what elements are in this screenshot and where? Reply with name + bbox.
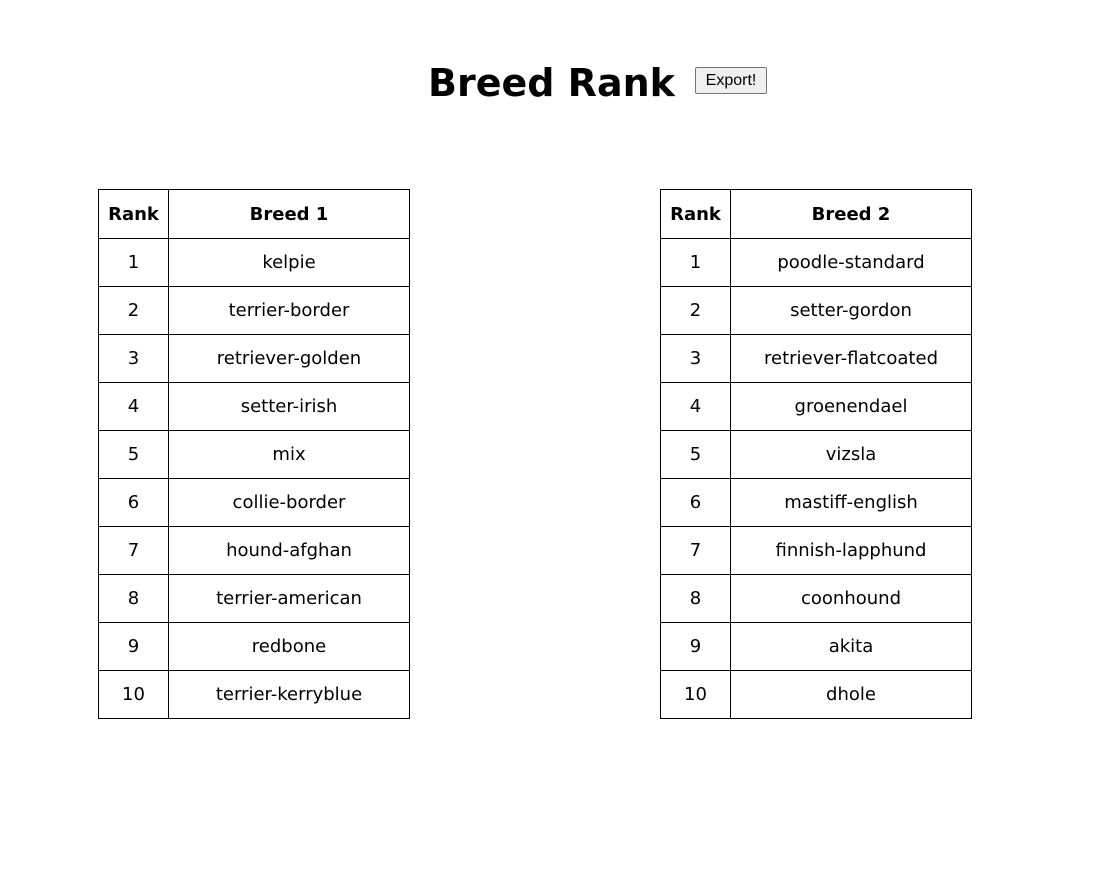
rank-cell: 10	[98, 670, 169, 719]
rank-cell: 9	[660, 622, 731, 671]
table-row: 3 retriever-golden	[98, 334, 410, 383]
table-header-row: Rank Breed 1	[98, 189, 410, 239]
table-header-row: Rank Breed 2	[660, 189, 972, 239]
rank-cell: 8	[660, 574, 731, 623]
breed-cell: retriever-golden	[168, 334, 410, 383]
rank-cell: 5	[660, 430, 731, 479]
rank-cell: 2	[98, 286, 169, 335]
breed-1-table: Rank Breed 1 1 kelpie 2 terrier-border 3 retr…	[98, 189, 410, 719]
rank-cell: 7	[660, 526, 731, 575]
page: Breed Rank Export! Rank Breed 1 1 kelpie 2…	[0, 0, 1101, 877]
rank-cell: 10	[660, 670, 731, 719]
breed-cell: dhole	[730, 670, 972, 719]
table-row: 4 groenendael	[660, 382, 972, 431]
breed-cell: terrier-kerryblue	[168, 670, 410, 719]
breed-cell: terrier-border	[168, 286, 410, 335]
table-row: 5 vizsla	[660, 430, 972, 479]
breed-cell: terrier-american	[168, 574, 410, 623]
table-row: 2 setter-gordon	[660, 286, 972, 335]
table-row: 4 setter-irish	[98, 382, 410, 431]
breed-cell: coonhound	[730, 574, 972, 623]
rank-cell: 1	[98, 238, 169, 287]
breed-cell: kelpie	[168, 238, 410, 287]
rank-cell: 4	[660, 382, 731, 431]
export-button[interactable]: Export!	[695, 67, 767, 94]
breed-cell: finnish-lapphund	[730, 526, 972, 575]
rank-cell: 9	[98, 622, 169, 671]
rank-cell: 6	[98, 478, 169, 527]
table-row: 10 dhole	[660, 670, 972, 719]
rank-cell: 6	[660, 478, 731, 527]
breed-2-table: Rank Breed 2 1 poodle-standard 2 setter-gor…	[660, 189, 972, 719]
breed-cell: mastiff-english	[730, 478, 972, 527]
breed-cell: akita	[730, 622, 972, 671]
rank-cell: 2	[660, 286, 731, 335]
rank-column-header: Rank	[98, 189, 169, 239]
breed-cell: redbone	[168, 622, 410, 671]
breed-cell: mix	[168, 430, 410, 479]
rank-cell: 4	[98, 382, 169, 431]
page-title: Breed Rank	[428, 61, 675, 105]
breed-cell: vizsla	[730, 430, 972, 479]
rank-cell: 3	[660, 334, 731, 383]
breed-cell: groenendael	[730, 382, 972, 431]
rank-cell: 8	[98, 574, 169, 623]
breed-column-header: Breed 2	[730, 189, 972, 239]
table-row: 1 poodle-standard	[660, 238, 972, 287]
breed-cell: poodle-standard	[730, 238, 972, 287]
rank-column-header: Rank	[660, 189, 731, 239]
breed-cell: setter-gordon	[730, 286, 972, 335]
breed-cell: retriever-flatcoated	[730, 334, 972, 383]
table-row: 8 coonhound	[660, 574, 972, 623]
table-row: 1 kelpie	[98, 238, 410, 287]
table-body: 1 poodle-standard 2 setter-gordon 3 retriever…	[660, 238, 972, 719]
breed-cell: setter-irish	[168, 382, 410, 431]
table-row: 10 terrier-kerryblue	[98, 670, 410, 719]
table-row: 3 retriever-flatcoated	[660, 334, 972, 383]
table-row: 9 akita	[660, 622, 972, 671]
table-row: 6 collie-border	[98, 478, 410, 527]
table-row: 7 finnish-lapphund	[660, 526, 972, 575]
table-row: 9 redbone	[98, 622, 410, 671]
rank-cell: 3	[98, 334, 169, 383]
breed-cell: hound-afghan	[168, 526, 410, 575]
table-row: 6 mastiff-english	[660, 478, 972, 527]
breed-cell: collie-border	[168, 478, 410, 527]
table-row: 2 terrier-border	[98, 286, 410, 335]
rank-cell: 1	[660, 238, 731, 287]
breed-column-header: Breed 1	[168, 189, 410, 239]
table-row: 5 mix	[98, 430, 410, 479]
table-body: 1 kelpie 2 terrier-border 3 retriever-golden 4…	[98, 238, 410, 719]
rank-cell: 5	[98, 430, 169, 479]
rank-cell: 7	[98, 526, 169, 575]
table-row: 8 terrier-american	[98, 574, 410, 623]
table-row: 7 hound-afghan	[98, 526, 410, 575]
